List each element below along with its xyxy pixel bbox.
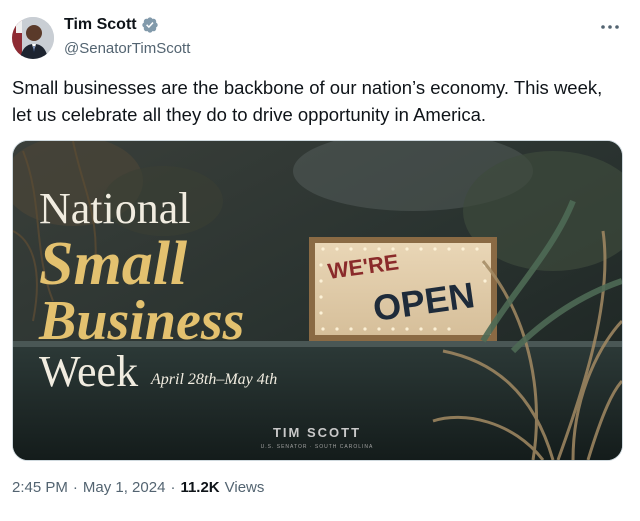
more-options-icon[interactable] — [598, 18, 622, 36]
tweet-time[interactable]: 2:45 PM — [12, 479, 68, 496]
author-name[interactable]: Tim Scott — [64, 16, 137, 34]
tweet: Tim Scott @SenatorTimScott Small busines… — [0, 0, 640, 521]
tweet-text: Small businesses are the backbone of our… — [12, 77, 603, 125]
author-handle[interactable]: @SenatorTimScott — [64, 40, 190, 57]
author-name-row[interactable]: Tim Scott — [64, 16, 159, 34]
brand-subtitle: U.S. SENATOR · SOUTH CAROLINA — [261, 444, 374, 450]
media-image: WE'RE OPEN National Small Business Week … — [13, 141, 622, 460]
views-label[interactable]: Views — [225, 479, 265, 496]
meta-separator: · — [72, 479, 78, 496]
headline-dates: April 28th–May 4th — [150, 371, 277, 388]
avatar-image — [12, 17, 54, 59]
tweet-media[interactable]: WE'RE OPEN National Small Business Week … — [12, 140, 623, 461]
headline-line2: Small — [39, 230, 188, 298]
tweet-meta: 2:45 PM · May 1, 2024 · 11.2K Views — [12, 479, 264, 496]
headline-line4: Week — [39, 347, 138, 396]
tweet-date[interactable]: May 1, 2024 — [83, 479, 166, 496]
headline-line3: Business — [38, 290, 244, 352]
views-count[interactable]: 11.2K — [180, 479, 219, 496]
verified-badge-icon[interactable] — [141, 16, 159, 34]
brand-logo: TIM SCOTT — [273, 425, 361, 440]
avatar[interactable] — [12, 17, 54, 59]
meta-separator: · — [170, 479, 176, 496]
headline-line1: National — [39, 184, 191, 233]
open-sign: WE'RE OPEN — [309, 237, 497, 341]
